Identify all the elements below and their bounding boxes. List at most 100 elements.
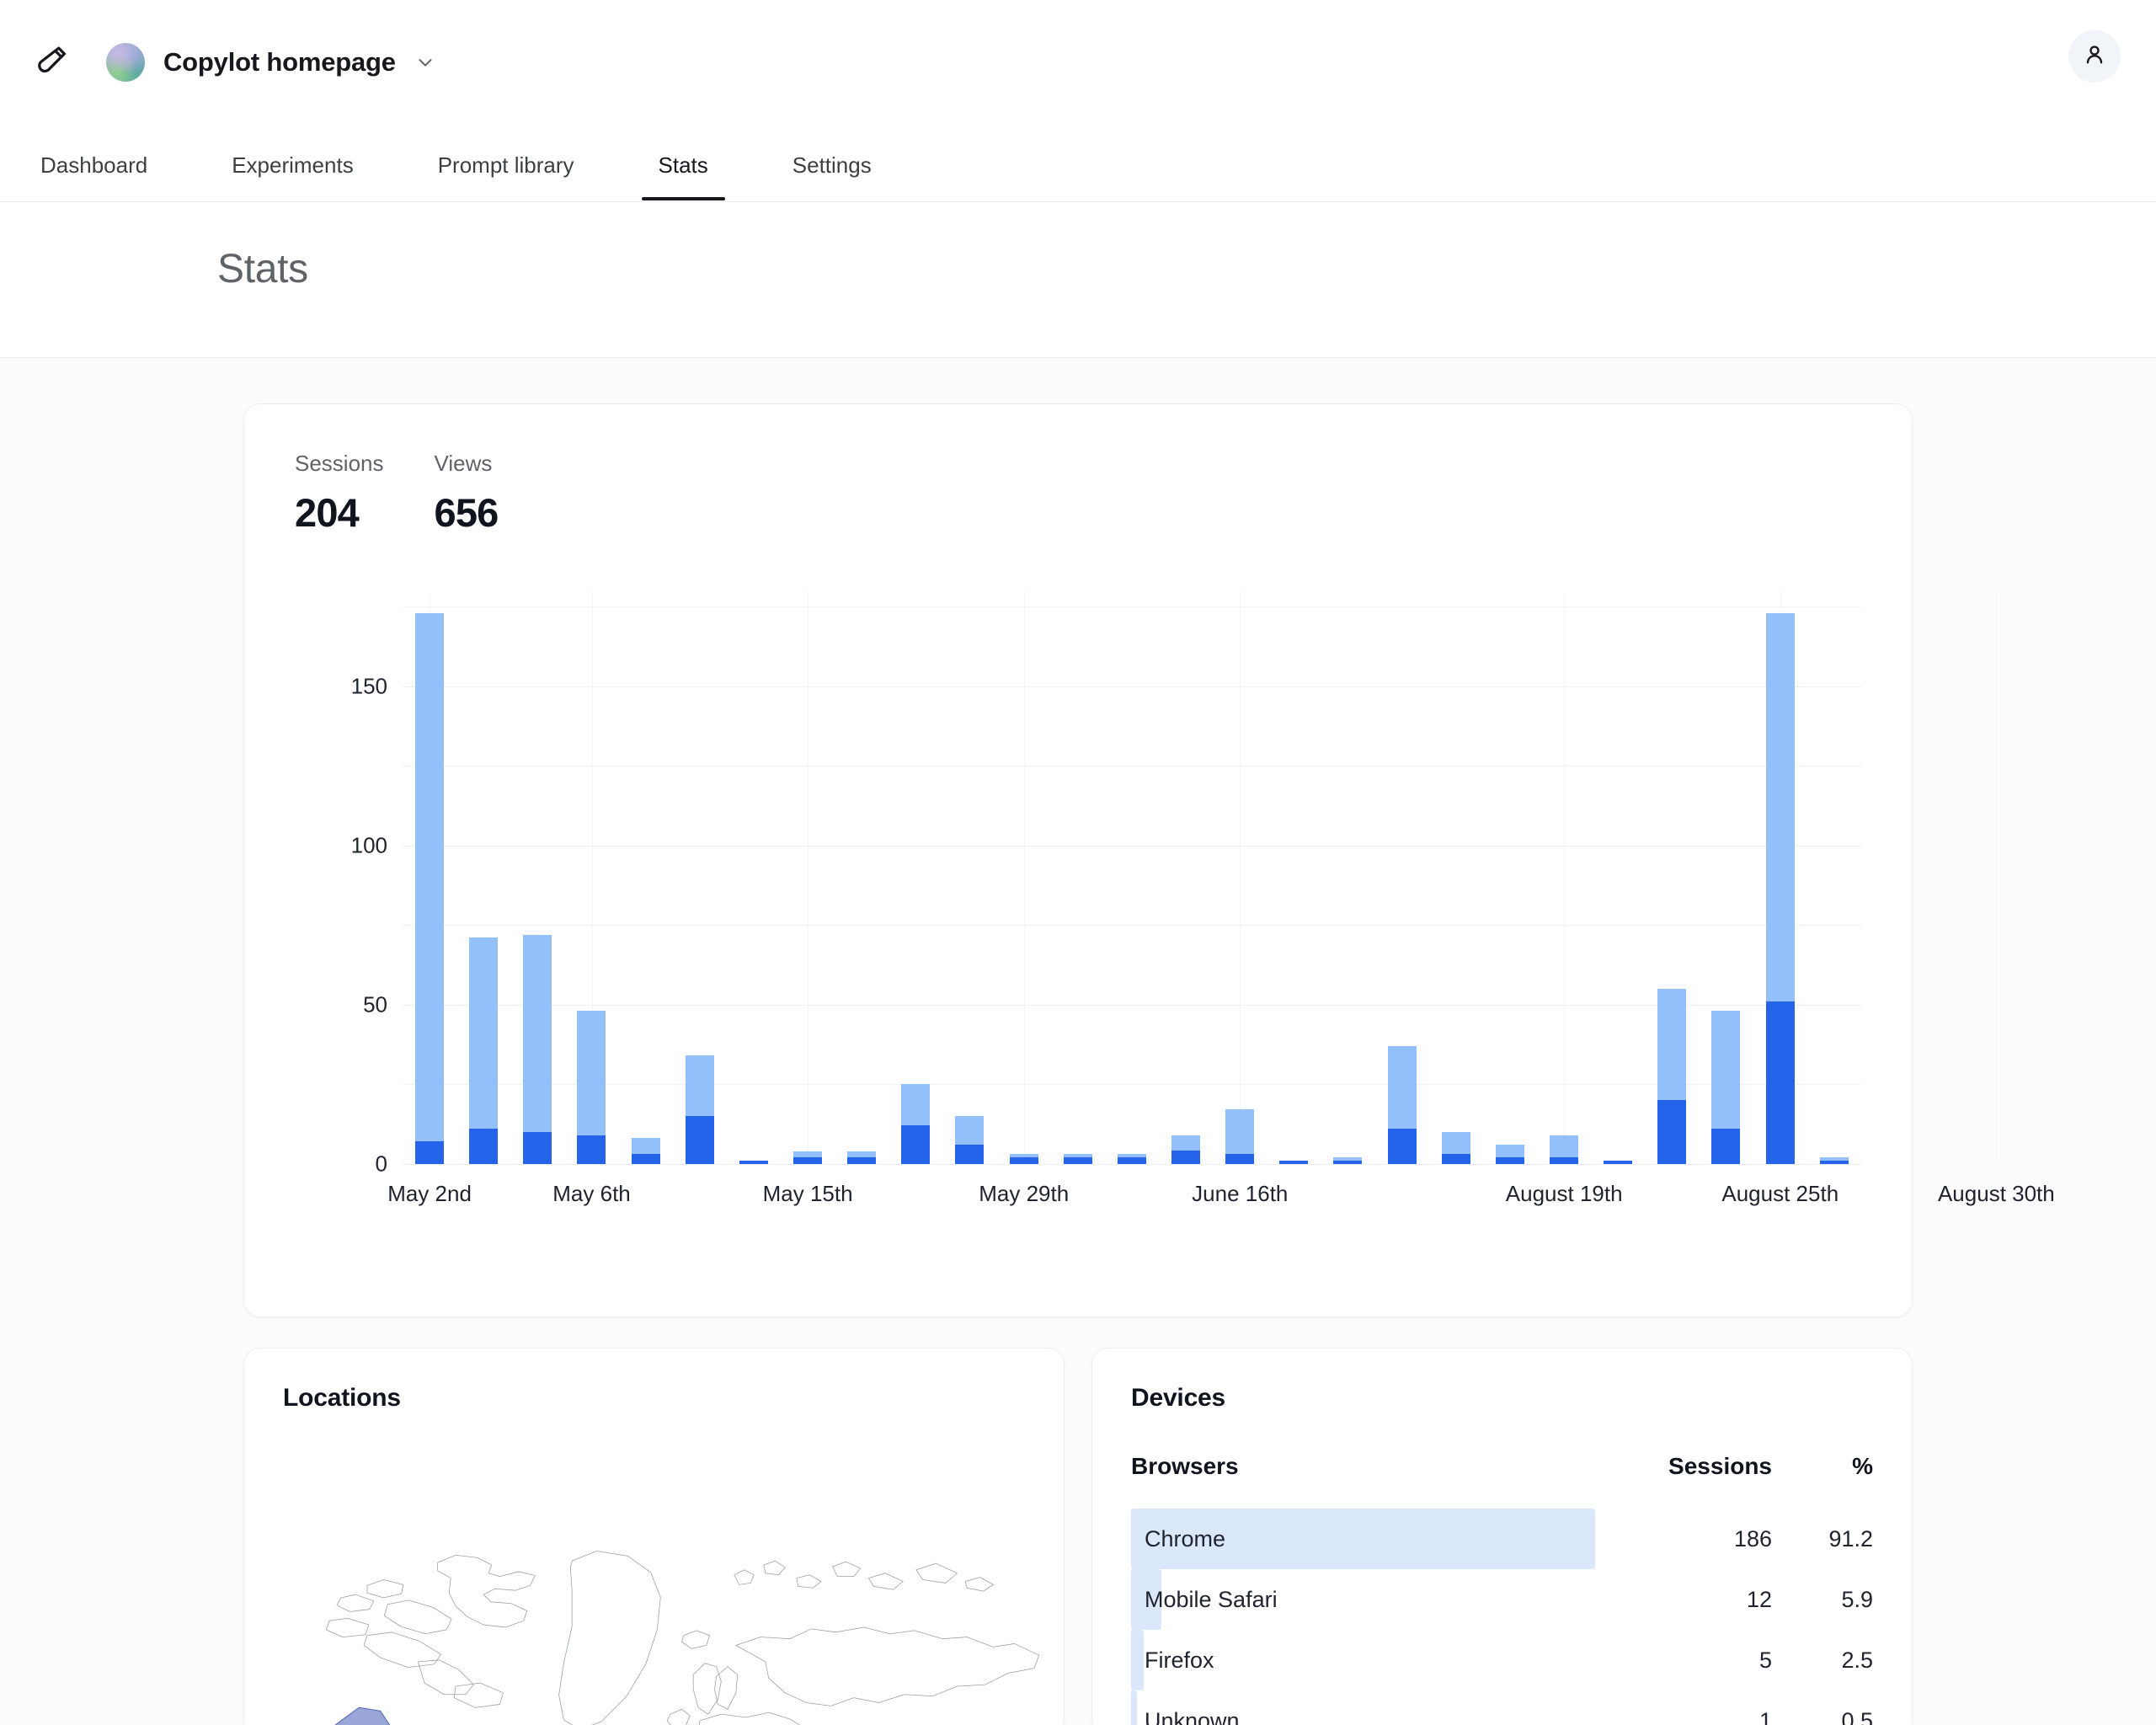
bar-slot [889,591,942,1164]
stacked-bar[interactable] [901,1084,930,1163]
stacked-bar[interactable] [1820,1157,1849,1164]
bar-segment-views [1550,1135,1578,1157]
stacked-bar[interactable] [1766,613,1795,1164]
stacked-bar[interactable] [469,937,498,1163]
bar-segment-sessions [1496,1157,1524,1164]
chevron-down-icon[interactable] [416,53,435,72]
stacked-bar[interactable] [1118,1154,1146,1163]
tab-stats[interactable]: Stats [654,152,713,200]
bar-segment-views [1711,1011,1740,1129]
user-account-button[interactable] [2068,30,2121,83]
world-map[interactable] [244,1475,1064,1725]
stacked-bar[interactable] [415,613,444,1164]
bar-slot [1699,591,1753,1164]
bar-segment-views [1766,613,1795,1001]
tab-experiments[interactable]: Experiments [227,152,359,200]
bar-segment-sessions [793,1157,822,1164]
stacked-bar[interactable] [1333,1157,1362,1164]
bar-slot [1321,591,1374,1164]
bar-segment-sessions [1118,1157,1146,1164]
bar-segment-sessions [632,1154,660,1163]
project-name[interactable]: Copylot homepage [163,47,396,77]
browser-name-cell: Unknown [1131,1690,1595,1725]
stacked-bar[interactable] [739,1161,768,1164]
x-tick-label: May 2nd [387,1181,472,1207]
bar-slot [673,591,727,1164]
bar-slot [619,591,673,1164]
bar-segment-sessions [1820,1161,1849,1164]
browsers-table: Browsers Sessions % Chrome18691.2Mobile … [1131,1453,1873,1725]
bar-segment-views [793,1151,822,1158]
bar-segment-views [523,935,552,1132]
tab-prompt-library[interactable]: Prompt library [433,152,579,200]
browser-name-cell: Chrome [1131,1509,1595,1569]
tab-settings[interactable]: Settings [787,152,877,200]
y-axis-labels: 050100150 [295,591,387,1164]
stacked-bar[interactable] [847,1151,876,1164]
table-row[interactable]: Unknown10.5 [1131,1690,1873,1725]
project-avatar [106,43,145,82]
metric-sessions: Sessions 204 [295,451,384,536]
bar-segment-views [632,1138,660,1154]
stacked-bar[interactable] [1442,1132,1470,1164]
bar-slot [1105,591,1159,1164]
bar-slot [1591,591,1645,1164]
bar-slot [1213,591,1267,1164]
stacked-bar[interactable] [1604,1161,1632,1164]
sessions-views-bar-chart: 050100150 May 2ndMay 6thMay 15thMay 29th… [295,591,1861,1231]
browser-name: Mobile Safari [1145,1587,1278,1613]
y-tick-0: 0 [376,1151,387,1177]
tab-dashboard[interactable]: Dashboard [35,152,152,200]
bar-segment-sessions [847,1157,876,1164]
bar-segment-views [577,1011,606,1135]
bar-slot [1267,591,1321,1164]
bar-slot [1753,591,1807,1164]
bar-segment-views [1442,1132,1470,1154]
browser-name: Chrome [1145,1526,1225,1552]
stacked-bar[interactable] [1279,1161,1308,1164]
bar-segment-views [901,1084,930,1125]
browser-percent: 91.2 [1772,1509,1873,1569]
browser-name: Unknown [1145,1708,1240,1725]
browsers-table-body: Chrome18691.2Mobile Safari125.9Firefox52… [1131,1509,1873,1725]
stacked-bar[interactable] [955,1116,984,1164]
page-content: Sessions 204 Views 656 050100150 May 2nd… [0,358,2156,1725]
stacked-bar[interactable] [1496,1145,1524,1164]
bar-segment-sessions [955,1145,984,1164]
table-row[interactable]: Chrome18691.2 [1131,1509,1873,1569]
bar-segment-sessions [686,1116,714,1164]
stacked-bar[interactable] [577,1011,606,1163]
stacked-bar[interactable] [1171,1135,1200,1164]
bar-segment-views [847,1151,876,1158]
stacked-bar[interactable] [1388,1046,1417,1164]
table-row[interactable]: Mobile Safari125.9 [1131,1569,1873,1630]
stacked-bar[interactable] [793,1151,822,1164]
x-tick-label: May 29th [979,1181,1069,1207]
browser-name: Firefox [1145,1648,1214,1674]
stacked-bar[interactable] [632,1138,660,1163]
bar-slot [1537,591,1591,1164]
stacked-bar[interactable] [1010,1154,1038,1163]
column-header-sessions: Sessions [1595,1453,1772,1509]
page-title: Stats [0,202,2156,292]
stacked-bar[interactable] [1657,989,1686,1164]
stacked-bar[interactable] [523,935,552,1164]
stacked-bar[interactable] [1711,1011,1740,1163]
x-tick-label: August 25th [1721,1181,1838,1207]
bar-segment-sessions [1657,1100,1686,1164]
bar-segment-sessions [901,1125,930,1163]
bar-slot [942,591,996,1164]
bar-segment-sessions [1333,1161,1362,1164]
stacked-bar[interactable] [686,1055,714,1163]
bar-segment-sessions [577,1135,606,1164]
stacked-bar[interactable] [1064,1154,1092,1163]
x-tick-label: May 15th [763,1181,853,1207]
bar-segment-sessions [1171,1151,1200,1163]
top-bar: Copylot homepage Dashboard Experiments P… [0,0,2156,202]
table-row[interactable]: Firefox52.5 [1131,1630,1873,1690]
stacked-bar[interactable] [1550,1135,1578,1164]
metric-sessions-value: 204 [295,489,384,536]
metric-views-value: 656 [435,489,499,536]
stacked-bar[interactable] [1225,1109,1254,1163]
bar-slot [1645,591,1699,1164]
